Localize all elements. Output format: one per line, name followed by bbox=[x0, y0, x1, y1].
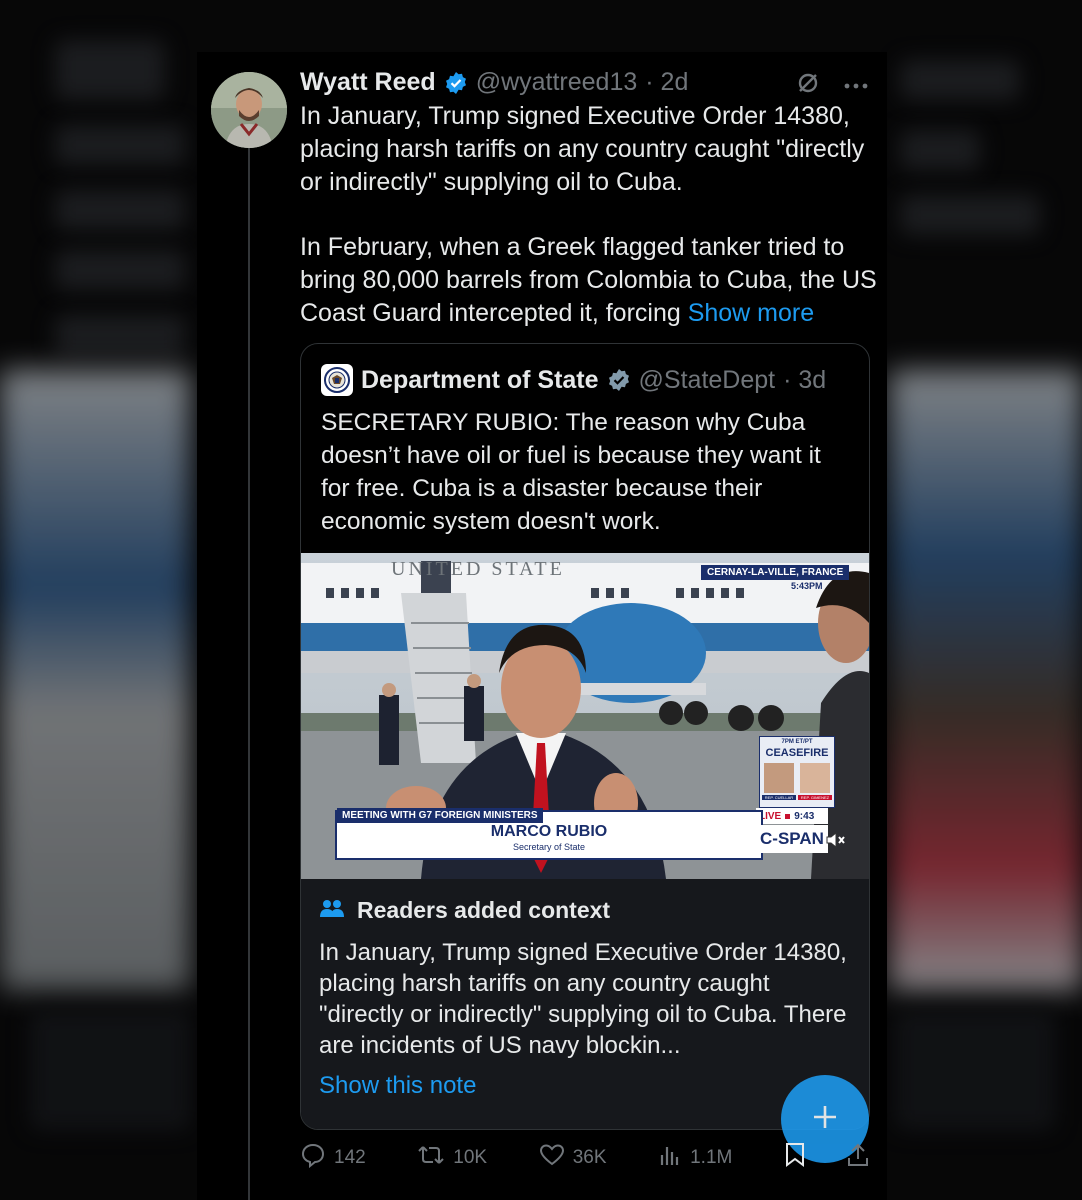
quote-author-name[interactable]: Department of State bbox=[361, 366, 599, 395]
like-count: 36K bbox=[572, 1147, 607, 1168]
speaker-title: Secretary of State bbox=[512, 842, 586, 852]
quote-text: SECRETARY RUBIO: The reason why Cuba doe… bbox=[321, 409, 821, 535]
quote-author-handle[interactable]: @StateDept bbox=[639, 366, 776, 395]
promo-guest-photo bbox=[800, 763, 830, 793]
reply-count: 142 bbox=[334, 1147, 366, 1168]
more-options-icon[interactable] bbox=[843, 77, 869, 95]
mute-icon[interactable] bbox=[825, 831, 847, 854]
aircraft-lettering: UNITED STATES OF AME bbox=[391, 558, 561, 580]
live-time: 9:43 bbox=[794, 810, 815, 822]
tweet-paragraph: In January, Trump signed Executive Order… bbox=[300, 102, 865, 196]
reply-icon bbox=[300, 1142, 326, 1174]
views-button[interactable]: 1.1M bbox=[658, 1143, 732, 1173]
quote-time[interactable]: · 3d bbox=[783, 366, 826, 395]
verified-badge-icon bbox=[607, 368, 631, 392]
tweet-card[interactable]: Wyatt Reed @wyattreed13 · 2d In January,… bbox=[197, 52, 887, 1200]
action-bar: 142 10K 36K 1.1M bbox=[300, 1142, 870, 1174]
avatar-photo bbox=[211, 72, 287, 148]
like-button[interactable]: 36K bbox=[539, 1143, 607, 1173]
promo-guest-2: REP. GIMENEZ bbox=[798, 795, 832, 800]
community-note: Readers added context In January, Trump … bbox=[301, 879, 869, 1129]
verified-badge-icon bbox=[444, 71, 468, 95]
promo-guest-photo bbox=[764, 763, 794, 793]
aircraft-text: UNITED STATES OF AME bbox=[391, 558, 561, 580]
header-icons bbox=[795, 70, 869, 101]
author-name[interactable]: Wyatt Reed bbox=[300, 68, 436, 97]
people-icon bbox=[319, 897, 345, 924]
share-icon[interactable] bbox=[846, 1142, 870, 1174]
live-dot-icon bbox=[785, 813, 791, 819]
heart-icon bbox=[539, 1143, 565, 1173]
tweet-paragraph-2: In February, when a Greek flagged tanker… bbox=[300, 231, 880, 330]
analytics-icon bbox=[658, 1143, 682, 1173]
thread-line bbox=[248, 146, 250, 1200]
quoted-tweet[interactable]: Department of State @StateDept · 3d SECR… bbox=[300, 343, 870, 1130]
promo-guest-1: REP. CUELLAR bbox=[762, 795, 796, 800]
tweet-time[interactable]: · 2d bbox=[645, 68, 688, 97]
speaker-name: MARCO RUBIO bbox=[490, 823, 608, 840]
local-time: 5:43PM bbox=[791, 581, 823, 591]
note-title: Readers added context bbox=[357, 897, 611, 923]
promo-time: 7PM ET/PT bbox=[781, 739, 813, 745]
note-header: Readers added context bbox=[319, 897, 610, 924]
author-handle[interactable]: @wyattreed13 bbox=[476, 68, 638, 97]
utility-actions bbox=[784, 1142, 870, 1174]
repost-icon bbox=[417, 1143, 445, 1173]
meeting-tag: MEETING WITH G7 FOREIGN MINISTERS bbox=[337, 808, 543, 823]
promo-title: CEASEFIRE bbox=[765, 747, 829, 759]
live-indicator: LIVE 9:43 bbox=[756, 808, 828, 824]
show-more-link[interactable]: Show more bbox=[688, 299, 814, 327]
grok-icon[interactable] bbox=[795, 70, 821, 101]
plus-icon bbox=[811, 1103, 839, 1136]
video-player[interactable]: CERNAY-LA-VILLE, FRANCE 5:43PM 7PM ET/PT… bbox=[301, 553, 869, 879]
state-department-seal-icon[interactable] bbox=[321, 364, 353, 396]
tweet-text: In January, Trump signed Executive Order… bbox=[300, 100, 880, 330]
repost-button[interactable]: 10K bbox=[417, 1143, 487, 1173]
location-banner: CERNAY-LA-VILLE, FRANCE bbox=[701, 565, 850, 580]
avatar[interactable] bbox=[211, 72, 287, 148]
tweet-header: Wyatt Reed @wyattreed13 · 2d bbox=[300, 68, 688, 97]
repost-count: 10K bbox=[453, 1147, 488, 1168]
note-body: In January, Trump signed Executive Order… bbox=[319, 939, 847, 1059]
view-count: 1.1M bbox=[690, 1147, 733, 1168]
network-logo: C-SPAN bbox=[756, 825, 828, 853]
reply-button[interactable]: 142 bbox=[300, 1142, 366, 1174]
promo-box: 7PM ET/PT CEASEFIRE REP. CUELLAR REP. GI… bbox=[759, 736, 835, 808]
quote-header: Department of State @StateDept · 3d bbox=[321, 364, 826, 396]
show-note-link[interactable]: Show this note bbox=[319, 1072, 476, 1100]
bookmark-icon[interactable] bbox=[784, 1142, 806, 1174]
